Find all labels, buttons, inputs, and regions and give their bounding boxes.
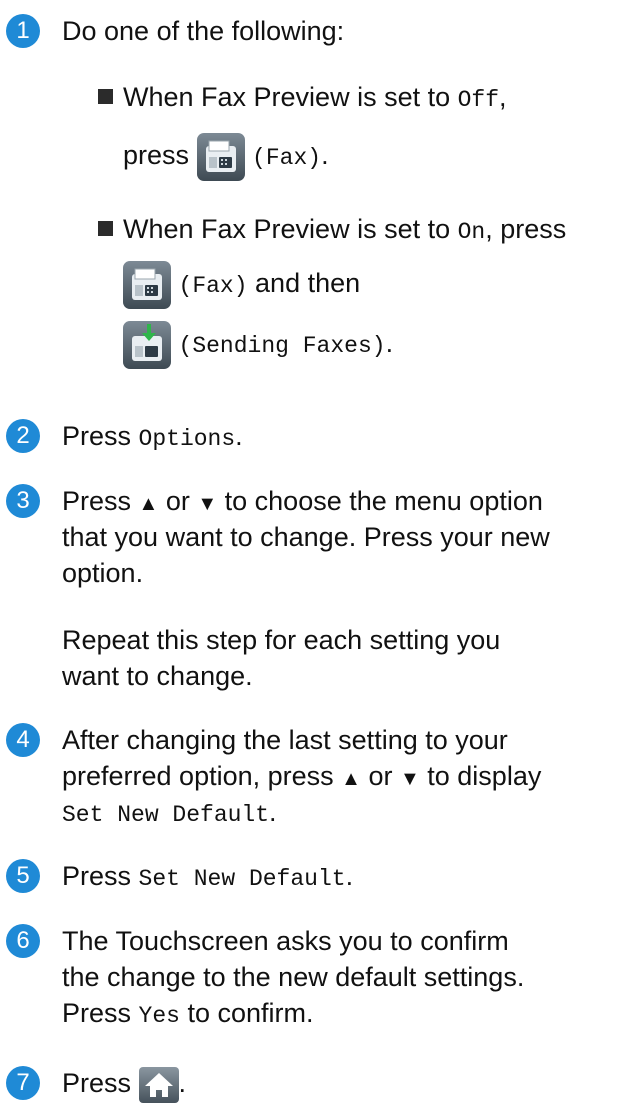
step-number-1: 1 (6, 14, 40, 48)
step-1-bullet-2-line-3: (Sending Faxes). (123, 316, 393, 373)
step-1-bullet-2-line-1: When Fax Preview is set to On, press (98, 212, 566, 249)
step-3-line-1: Press ▲ or ▼ to choose the menu option (62, 486, 543, 516)
step-number-5: 5 (6, 859, 40, 893)
step-number-6: 6 (6, 924, 40, 958)
step-3-line-2: that you want to change. Press your new (62, 522, 550, 552)
step-2-text: Press Options. (62, 421, 243, 452)
step-3-line-4: Repeat this step for each setting you (62, 625, 501, 655)
home-button-icon[interactable] (138, 1066, 179, 1103)
step-1-bullet-1-line-2: press (Fax). (123, 128, 329, 185)
options-button-label[interactable]: Options (139, 426, 236, 452)
up-arrow-icon: ▲ (138, 493, 159, 515)
fax-button-icon[interactable] (123, 260, 171, 309)
step-3-line-5: want to change. (62, 661, 253, 691)
step-1-bullet-1-line-1: When Fax Preview is set to Off, (98, 80, 507, 117)
up-arrow-icon: ▲ (341, 768, 361, 790)
step-6-line-3: Press Yes to confirm. (62, 998, 314, 1029)
step-3-line-3: option. (62, 558, 144, 588)
step-1-bullet-2-line-2: (Fax) and then (123, 256, 360, 313)
step-4-line-1: After changing the last setting to your (62, 725, 508, 755)
step-number-7: 7 (6, 1066, 40, 1100)
step-4-line-3: Set New Default. (62, 797, 277, 828)
fax-button-icon[interactable] (196, 132, 245, 181)
sending-faxes-button-icon[interactable] (123, 320, 171, 369)
step-number-4: 4 (6, 723, 40, 757)
step-1-intro: Do one of the following: (62, 16, 345, 46)
step-number-3: 3 (6, 484, 40, 518)
set-new-default-button-label[interactable]: Set New Default (139, 866, 346, 892)
yes-button-label[interactable]: Yes (139, 1003, 180, 1029)
bullet-square-icon (98, 89, 113, 104)
step-7-text: Press . (62, 1066, 186, 1103)
down-arrow-icon: ▼ (399, 768, 420, 790)
step-6-line-2: the change to the new default settings. (62, 962, 525, 992)
step-6-line-1: The Touchscreen asks you to confirm (62, 926, 509, 956)
down-arrow-icon: ▼ (197, 493, 218, 515)
bullet-square-icon (98, 221, 113, 236)
step-5-text: Press Set New Default. (62, 861, 354, 892)
step-4-line-2: preferred option, press ▲ or ▼ to displa… (62, 761, 542, 791)
step-number-2: 2 (6, 419, 40, 453)
